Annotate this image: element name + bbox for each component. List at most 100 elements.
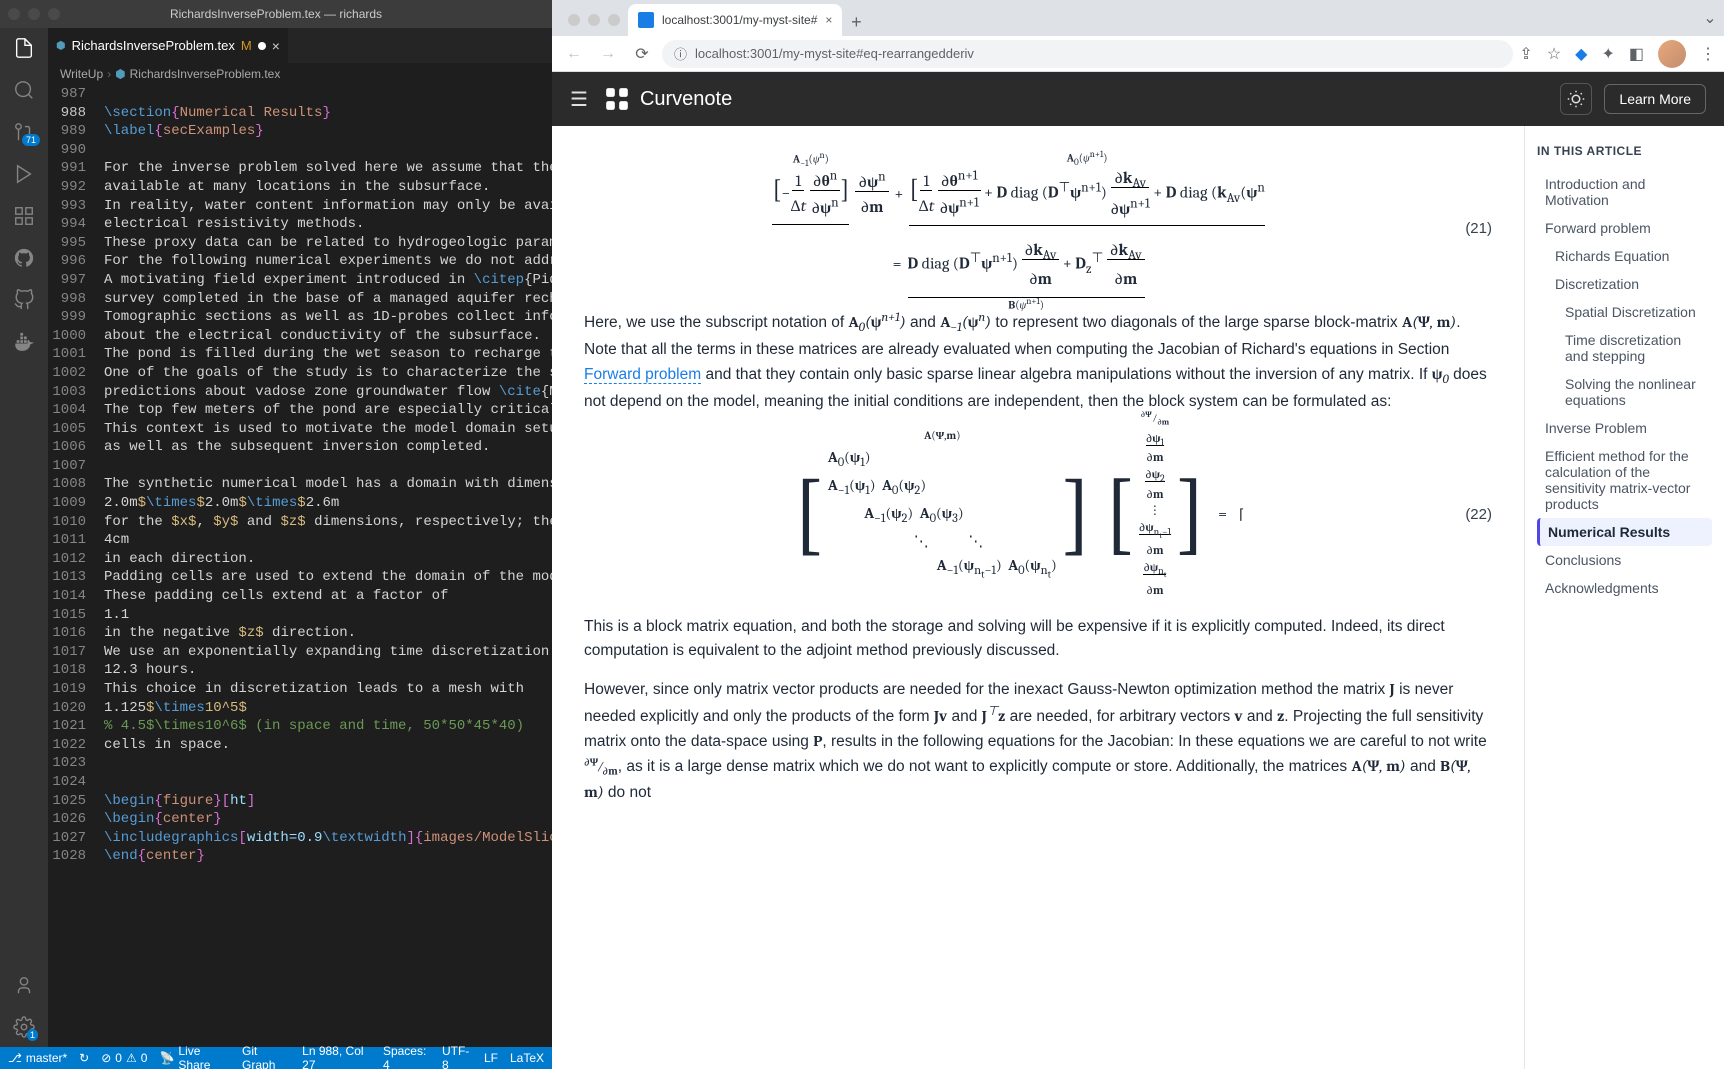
source-control-icon[interactable]: 71 [12,120,36,144]
forward-button[interactable]: → [594,40,622,68]
explorer-icon[interactable] [12,36,36,60]
equation-21: A−1(ψn) [−1Δt ∂θn∂ψn] ∂ψn∂m + A0(ψn+1) [… [584,166,1492,292]
sun-icon [1567,90,1585,108]
brand[interactable]: Curvenote [604,86,732,112]
git-branch[interactable]: ⎇ master* [8,1051,67,1065]
toc-item[interactable]: Richards Equation [1537,242,1712,270]
page-body: A−1(ψn) [−1Δt ∂θn∂ψn] ∂ψn∂m + A0(ψn+1) [… [552,126,1724,1069]
maximize-window-icon[interactable] [608,14,620,26]
toc-item[interactable]: Inverse Problem [1537,414,1712,442]
editor-tabs: ⬢ RichardsInverseProblem.tex M × [48,28,552,63]
equation-21-content: A−1(ψn) [−1Δt ∂θn∂ψn] ∂ψn∂m + A0(ψn+1) [… [584,166,1453,292]
paragraph-2: This is a block matrix equation, and bot… [584,615,1492,663]
cursor-position[interactable]: Ln 988, Col 27 [302,1044,371,1072]
tab-dirty-dot [258,42,266,50]
sync-icon[interactable]: ↻ [79,1051,89,1065]
bookmark-icon[interactable]: ☆ [1547,44,1561,64]
menu-icon[interactable]: ⋮ [1700,44,1716,64]
share-icon[interactable]: ⇪ [1519,44,1532,64]
equation-22-content: A(Ψ,m) [ A0(ψ1) A−1(ψ1) A0(ψ2) A−1(ψ2) A… [584,430,1453,599]
toc-item[interactable]: Efficient method for the calculation of … [1537,442,1712,518]
minimize-window-icon[interactable] [28,8,40,20]
tab-filename: RichardsInverseProblem.tex [72,38,235,53]
site-header: ☰ Curvenote Learn More [552,72,1724,126]
problems-indicator[interactable]: ⊘ 0 ⚠ 0 [101,1051,147,1065]
tex-file-icon: ⬢ [56,39,66,52]
breadcrumb-folder[interactable]: WriteUp [60,67,103,81]
docker-icon[interactable] [12,330,36,354]
toc-item[interactable]: Discretization [1537,270,1712,298]
chevron-right-icon: › [107,67,111,81]
equation-22: A(Ψ,m) [ A0(ψ1) A−1(ψ1) A0(ψ2) A−1(ψ2) A… [584,430,1492,599]
forward-problem-link[interactable]: Forward problem [584,366,701,384]
settings-icon[interactable]: 1 [12,1015,36,1039]
chevron-down-icon[interactable]: ⌄ [1696,8,1724,36]
vscode-window: RichardsInverseProblem.tex — richards 71 [0,0,552,1069]
extensions-puzzle-icon[interactable]: ✦ [1601,44,1614,64]
browser-tab[interactable]: localhost:3001/my-myst-site# × [628,4,842,36]
paragraph-3: However, since only matrix vector produc… [584,677,1492,806]
article-content[interactable]: A−1(ψn) [−1Δt ∂θn∂ψn] ∂ψn∂m + A0(ψn+1) [… [552,126,1524,1069]
browser-window-controls[interactable] [560,14,628,36]
status-bar: ⎇ master* ↻ ⊘ 0 ⚠ 0 📡 Live Share Git Gra… [0,1047,552,1069]
window-controls[interactable] [8,8,60,20]
minimize-window-icon[interactable] [588,14,600,26]
toolbar: ← → ⟳ ⓘ localhost:3001/my-myst-site#eq-r… [552,36,1724,72]
equation-22-number: (22) [1453,503,1492,526]
learn-more-button[interactable]: Learn More [1604,84,1706,114]
back-button[interactable]: ← [560,40,588,68]
code-content[interactable]: \section{Numerical Results}\label{secExa… [104,85,552,1047]
breadcrumb[interactable]: WriteUp › ⬢ RichardsInverseProblem.tex [48,63,552,85]
address-bar[interactable]: ⓘ localhost:3001/my-myst-site#eq-rearran… [662,40,1513,68]
new-tab-button[interactable]: + [842,8,870,36]
eol-setting[interactable]: LF [484,1044,498,1072]
site-info-icon[interactable]: ⓘ [674,44,687,63]
gitgraph-button[interactable]: Git Graph [242,1044,290,1072]
theme-toggle-button[interactable] [1560,83,1592,115]
code-editor[interactable]: 9879889899909919929939949959969979989991… [48,85,552,1047]
language-mode[interactable]: LaTeX [510,1044,544,1072]
encoding-setting[interactable]: UTF-8 [442,1044,472,1072]
close-tab-icon[interactable]: × [825,13,832,27]
browser-window: localhost:3001/my-myst-site# × + ⌄ ← → ⟳… [552,0,1724,1069]
github-icon[interactable] [12,246,36,270]
menu-hamburger-icon[interactable]: ☰ [570,87,588,112]
remote-icon[interactable] [12,288,36,312]
account-icon[interactable] [12,973,36,997]
toc-item[interactable]: Solving the nonlinear equations [1537,370,1712,414]
extension-icon[interactable]: ◆ [1575,44,1587,64]
toc-item[interactable]: Time discretization and stepping [1537,326,1712,370]
vscode-titlebar: RichardsInverseProblem.tex — richards [0,0,552,28]
paragraph-1: Here, we use the subscript notation of A… [584,308,1492,414]
run-debug-icon[interactable] [12,162,36,186]
favicon-icon [638,12,654,28]
breadcrumb-file[interactable]: RichardsInverseProblem.tex [130,67,281,81]
sidepanel-icon[interactable]: ◧ [1629,44,1644,64]
toc-item[interactable]: Introduction and Motivation [1537,170,1712,214]
toc-item[interactable]: Conclusions [1537,546,1712,574]
close-icon[interactable]: × [272,38,280,54]
toc-item[interactable]: Forward problem [1537,214,1712,242]
close-window-icon[interactable] [568,14,580,26]
indent-setting[interactable]: Spaces: 4 [383,1044,430,1072]
line-gutter: 9879889899909919929939949959969979989991… [48,85,104,1047]
tab-modified-indicator: M [241,38,252,53]
toc-item[interactable]: Numerical Results [1537,518,1712,546]
liveshare-button[interactable]: 📡 Live Share [159,1044,230,1072]
profile-avatar[interactable] [1658,40,1686,68]
browser-tab-strip: localhost:3001/my-myst-site# × + ⌄ [552,0,1724,36]
close-window-icon[interactable] [8,8,20,20]
toc-item[interactable]: Spatial Discretization [1537,298,1712,326]
settings-badge: 1 [27,1029,38,1041]
tex-file-icon: ⬢ [115,67,125,81]
window-title: RichardsInverseProblem.tex — richards [170,7,382,21]
maximize-window-icon[interactable] [48,8,60,20]
url-text: localhost:3001/my-myst-site#eq-rearrange… [695,46,974,61]
extensions-icon[interactable] [12,204,36,228]
toc-item[interactable]: Acknowledgments [1537,574,1712,602]
browser-tab-title: localhost:3001/my-myst-site# [662,13,817,27]
reload-button[interactable]: ⟳ [628,40,656,68]
editor-area: ⬢ RichardsInverseProblem.tex M × WriteUp… [48,28,552,1047]
search-icon[interactable] [12,78,36,102]
tab-richards-inverse[interactable]: ⬢ RichardsInverseProblem.tex M × [48,28,289,63]
